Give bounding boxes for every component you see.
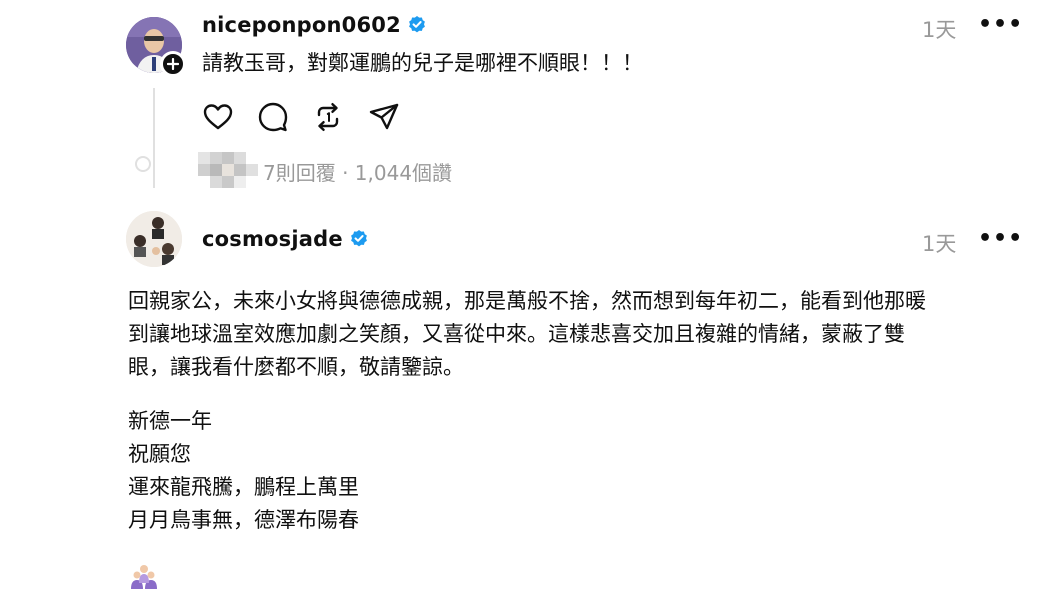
post-poem: 新德一年 祝願您 運來龍飛騰，鵬程上萬里 月月鳥事無，德澤布陽春: [128, 405, 359, 537]
post-header: niceponpon0602: [202, 13, 427, 37]
post-time: 1天: [922, 232, 957, 256]
thread-curl-icon: [135, 150, 155, 188]
post-header: cosmosjade: [202, 227, 369, 251]
paragraph-line: 回親家公，未來小女將與德德成親，那是萬般不捨，然而想到每年初二，能看到他那暖: [128, 289, 926, 313]
paragraph-line: 到讓地球溫室效應加劇之笑顏，又喜從中來。這樣悲喜交加且複雜的情緒，蒙蔽了雙: [128, 322, 905, 346]
username[interactable]: niceponpon0602: [202, 13, 401, 37]
more-icon[interactable]: •••: [978, 12, 1023, 37]
replier-avatars: [198, 152, 260, 192]
verified-icon: [350, 230, 367, 247]
poem-line: 運來龍飛騰，鵬程上萬里: [128, 475, 359, 499]
post-text: 請教玉哥，對鄭運鵬的兒子是哪裡不順眼！！！: [202, 51, 643, 75]
more-icon[interactable]: •••: [978, 226, 1023, 251]
poem-line: 月月鳥事無，德澤布陽春: [128, 508, 359, 532]
repost-icon[interactable]: [311, 100, 345, 134]
paragraph-line: 眼，讓我看什麼都不順，敬請鑒諒。: [128, 355, 464, 379]
post-time: 1天: [922, 18, 957, 42]
share-icon[interactable]: [367, 100, 401, 134]
replies-meta[interactable]: 7則回覆 · 1,044個讚: [263, 157, 452, 186]
poem-line: 祝願您: [128, 442, 191, 466]
verified-icon: [409, 16, 425, 33]
poem-line: 新德一年: [128, 409, 212, 433]
thread-line: [153, 88, 155, 152]
avatar[interactable]: [126, 211, 182, 267]
comment-icon[interactable]: [256, 100, 290, 134]
follow-plus-icon[interactable]: [160, 51, 186, 77]
people-emoji-icon: [131, 565, 157, 589]
post-paragraph: 回親家公，未來小女將與德德成親，那是萬般不捨，然而想到每年初二，能看到他那暖 到…: [128, 285, 926, 384]
avatar-collage: [126, 211, 182, 267]
username[interactable]: cosmosjade: [202, 227, 343, 251]
heart-icon[interactable]: [201, 100, 235, 134]
